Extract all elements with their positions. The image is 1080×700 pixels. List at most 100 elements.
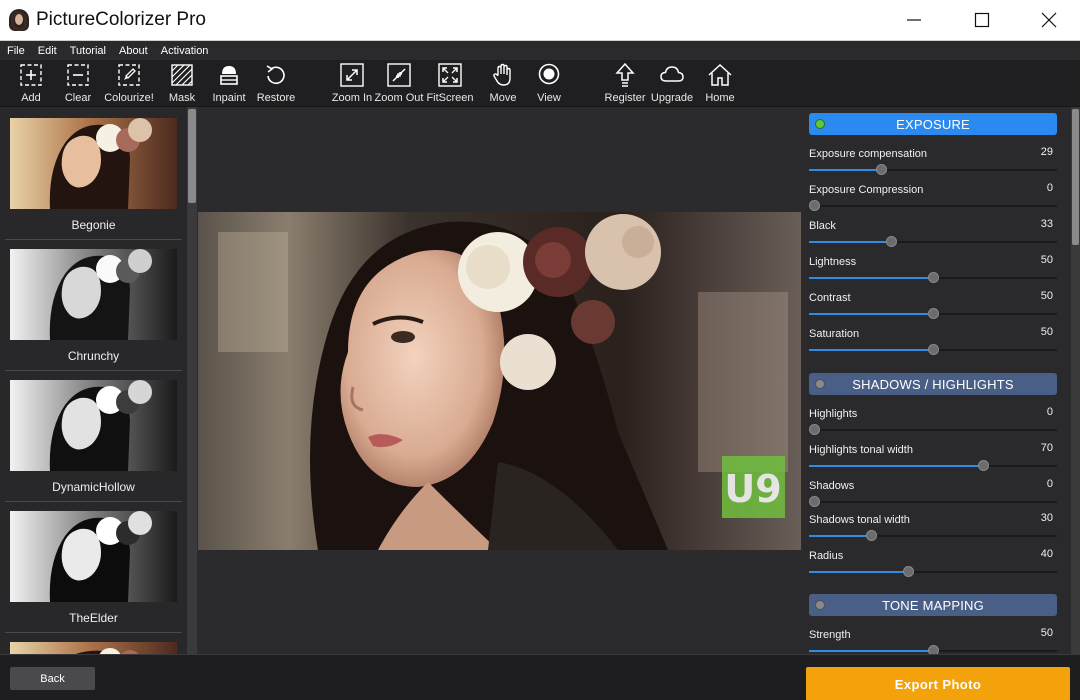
minimize-button[interactable] xyxy=(884,0,944,40)
param-exposure-compression[interactable]: Exposure Compression 0 xyxy=(809,182,1059,220)
zoom-in-icon xyxy=(340,63,364,87)
hand-icon xyxy=(493,63,511,86)
slider-handle[interactable] xyxy=(885,236,897,247)
slider[interactable] xyxy=(809,164,1057,175)
canvas-area[interactable]: U9 xyxy=(197,107,803,654)
inpaint-icon xyxy=(220,66,238,85)
close-button[interactable] xyxy=(1019,0,1079,40)
param-contrast[interactable]: Contrast 50 xyxy=(809,290,1059,328)
param-highlights[interactable]: Highlights 0 xyxy=(809,406,1059,444)
param-lightness[interactable]: Lightness 50 xyxy=(809,254,1059,292)
restore-button[interactable]: Restore xyxy=(246,62,306,106)
slider[interactable] xyxy=(809,424,1057,435)
preset-item[interactable]: Chrunchy xyxy=(5,238,182,371)
menu-activation[interactable]: Activation xyxy=(161,45,209,57)
param-strength[interactable]: Strength 50 xyxy=(809,627,1059,654)
preset-name: Chrunchy xyxy=(67,349,120,363)
photo-preview[interactable]: U9 xyxy=(198,212,801,550)
menu-about[interactable]: About xyxy=(119,45,148,57)
param-value: 70 xyxy=(1040,442,1053,454)
section-header-tone-mapping[interactable]: TONE MAPPING xyxy=(809,594,1057,616)
param-label: Exposure compensation xyxy=(809,148,928,160)
slider[interactable] xyxy=(809,645,1057,654)
zoom-out-icon xyxy=(387,63,411,87)
section-header-exposure[interactable]: EXPOSURE xyxy=(809,113,1057,135)
param-value: 0 xyxy=(1046,478,1053,490)
zoom-in-label: Zoom In xyxy=(331,92,373,104)
window-title: PictureColorizer Pro xyxy=(36,9,206,30)
slider-handle[interactable] xyxy=(928,308,939,319)
section-title: TONE MAPPING xyxy=(882,597,984,613)
param-value: 0 xyxy=(1046,182,1053,194)
preset-item[interactable] xyxy=(5,631,182,654)
param-value: 40 xyxy=(1040,548,1053,560)
slider[interactable] xyxy=(809,344,1057,355)
param-exposure-compensation[interactable]: Exposure compensation 29 xyxy=(809,146,1059,184)
sidebar-scroll-thumb[interactable] xyxy=(188,109,196,203)
param-radius[interactable]: Radius 40 xyxy=(809,548,1059,586)
preset-thumbnail xyxy=(10,249,177,340)
slider-handle[interactable] xyxy=(875,164,887,175)
zoom-out-label: Zoom Out xyxy=(374,92,424,104)
slider-handle[interactable] xyxy=(903,566,915,577)
slider[interactable] xyxy=(809,236,1057,247)
adjustment-panel: EXPOSURE Exposure compensation 29 Exposu… xyxy=(803,107,1080,654)
inpaint-label: Inpaint xyxy=(212,92,246,104)
preset-sidebar: Begonie Chrunchy DynamicHollow TheElder xyxy=(0,107,197,654)
param-value: 29 xyxy=(1040,146,1053,158)
param-shadows-tonal-width[interactable]: Shadows tonal width 30 xyxy=(809,512,1059,550)
slider[interactable] xyxy=(809,272,1057,283)
param-highlights-tonal-width[interactable]: Highlights tonal width 70 xyxy=(809,442,1059,480)
slider-handle[interactable] xyxy=(928,272,939,283)
preset-thumbnail xyxy=(10,118,177,209)
status-led-icon xyxy=(815,379,825,389)
slider-handle[interactable] xyxy=(809,200,820,211)
register-label: Register xyxy=(604,92,646,104)
home-button[interactable]: Home xyxy=(690,62,750,106)
slider-handle[interactable] xyxy=(977,460,989,471)
slider-handle[interactable] xyxy=(809,496,820,507)
param-value: 50 xyxy=(1040,290,1053,302)
slider[interactable] xyxy=(809,200,1057,211)
menu-tutorial[interactable]: Tutorial xyxy=(70,45,106,57)
menu-file[interactable]: File xyxy=(7,45,25,57)
view-label: View xyxy=(537,92,561,104)
slider[interactable] xyxy=(809,566,1057,577)
slider[interactable] xyxy=(809,308,1057,319)
fit-screen-button[interactable]: FitScreen xyxy=(420,62,480,106)
colourize-button[interactable]: Colourize! xyxy=(99,62,159,106)
svg-text:U9: U9 xyxy=(724,467,781,511)
panel-scroll-thumb[interactable] xyxy=(1072,109,1079,245)
menu-edit[interactable]: Edit xyxy=(38,45,57,57)
preset-item[interactable]: DynamicHollow xyxy=(5,369,182,502)
slider-handle[interactable] xyxy=(928,344,939,355)
param-shadows[interactable]: Shadows 0 xyxy=(809,478,1059,516)
view-button[interactable]: View xyxy=(519,62,579,106)
slider[interactable] xyxy=(809,496,1057,507)
mask-label: Mask xyxy=(168,92,196,104)
title-bar: PictureColorizer Pro xyxy=(0,0,1080,41)
param-label: Highlights tonal width xyxy=(809,444,913,456)
slider-handle[interactable] xyxy=(809,424,820,435)
slider[interactable] xyxy=(809,460,1057,471)
preset-item[interactable]: Begonie xyxy=(5,107,182,240)
slider-handle[interactable] xyxy=(928,645,939,654)
upgrade-label: Upgrade xyxy=(650,92,694,104)
slider-handle[interactable] xyxy=(866,530,877,541)
section-header-shadows-highlights[interactable]: SHADOWS / HIGHLIGHTS xyxy=(809,373,1057,395)
export-photo-button[interactable]: Export Photo xyxy=(806,667,1070,700)
slider[interactable] xyxy=(809,530,1057,541)
menu-bar: File Edit Tutorial About Activation xyxy=(0,41,1080,60)
home-icon xyxy=(708,63,732,86)
param-label: Black xyxy=(809,220,836,232)
back-button[interactable]: Back xyxy=(10,667,95,690)
preset-thumbnail xyxy=(10,642,177,654)
param-label: Saturation xyxy=(809,328,860,340)
preset-item[interactable]: TheElder xyxy=(5,500,182,633)
maximize-button[interactable] xyxy=(952,0,1012,40)
param-saturation[interactable]: Saturation 50 xyxy=(809,326,1059,364)
home-label: Home xyxy=(705,92,735,104)
param-black[interactable]: Black 33 xyxy=(809,218,1059,256)
close-icon xyxy=(1041,12,1057,28)
bottom-bar: Back Export Photo xyxy=(0,654,1080,700)
